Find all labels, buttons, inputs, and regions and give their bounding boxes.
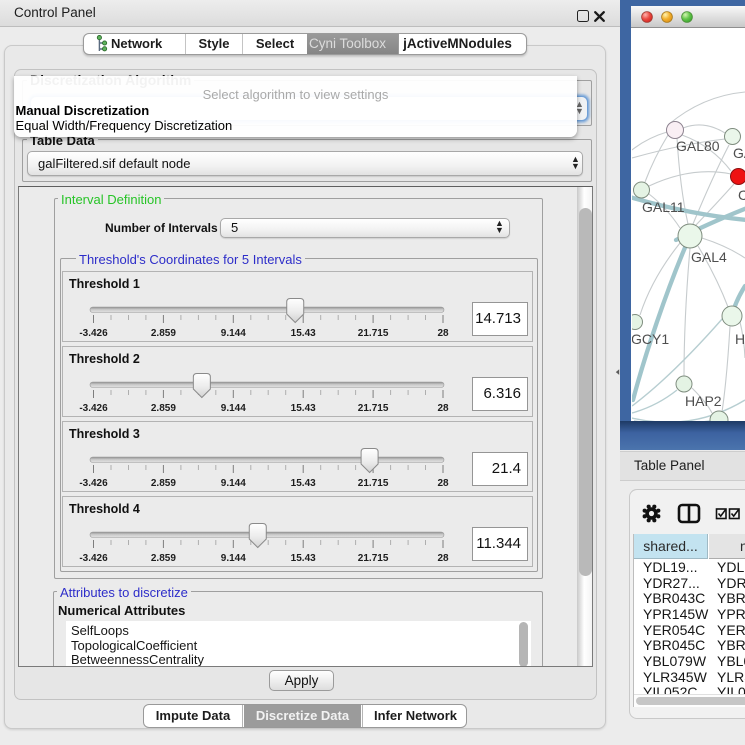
svg-text:21.715: 21.715 xyxy=(358,403,389,414)
svg-text:GAL80: GAL80 xyxy=(676,138,720,154)
svg-text:28: 28 xyxy=(437,328,449,339)
svg-text:28: 28 xyxy=(437,403,449,414)
svg-text:21.715: 21.715 xyxy=(358,553,389,564)
svg-text:9.144: 9.144 xyxy=(221,403,246,414)
svg-text:C: C xyxy=(738,187,745,203)
svg-text:21.715: 21.715 xyxy=(358,478,389,489)
svg-text:H: H xyxy=(735,331,745,347)
svg-text:GCY1: GCY1 xyxy=(632,331,669,347)
svg-text:GAL4: GAL4 xyxy=(691,249,727,265)
svg-text:15.43: 15.43 xyxy=(291,328,316,339)
svg-text:15.43: 15.43 xyxy=(291,553,316,564)
svg-text:9.144: 9.144 xyxy=(221,553,246,564)
svg-text:15.43: 15.43 xyxy=(291,403,316,414)
svg-text:GAL11: GAL11 xyxy=(642,199,685,215)
svg-text:-3.426: -3.426 xyxy=(79,553,108,564)
svg-text:9.144: 9.144 xyxy=(221,478,246,489)
svg-text:9.144: 9.144 xyxy=(221,328,246,339)
svg-text:HAP2: HAP2 xyxy=(685,393,722,409)
svg-text:21.715: 21.715 xyxy=(358,328,389,339)
svg-text:GA: GA xyxy=(733,145,745,161)
svg-text:28: 28 xyxy=(437,553,449,564)
svg-text:28: 28 xyxy=(437,478,449,489)
svg-text:2.859: 2.859 xyxy=(151,553,176,564)
svg-text:2.859: 2.859 xyxy=(151,403,176,414)
svg-text:-3.426: -3.426 xyxy=(79,403,108,414)
svg-text:2.859: 2.859 xyxy=(151,478,176,489)
svg-text:15.43: 15.43 xyxy=(291,478,316,489)
svg-text:-3.426: -3.426 xyxy=(79,478,108,489)
svg-text:-3.426: -3.426 xyxy=(79,328,108,339)
svg-text:2.859: 2.859 xyxy=(151,328,176,339)
